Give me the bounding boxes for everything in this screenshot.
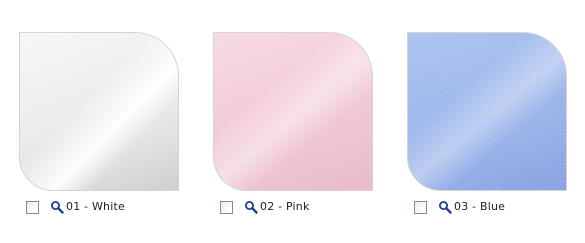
swatch-caption: 03 - Blue [414, 199, 505, 215]
magnifier-icon[interactable] [50, 200, 64, 214]
fabric-swatch-blue-image[interactable] [407, 32, 567, 191]
select-checkbox-blue[interactable] [414, 200, 427, 214]
magnifier-icon[interactable] [438, 200, 452, 214]
swatch-label-white: 01 - White [66, 200, 125, 213]
swatch-card-white: 01 - White [19, 32, 179, 224]
fabric-swatch-pink-image[interactable] [213, 32, 373, 191]
select-checkbox-pink[interactable] [220, 200, 233, 214]
swatch-label-blue: 03 - Blue [454, 200, 506, 213]
select-checkbox-white[interactable] [26, 200, 39, 214]
fabric-swatch-white-image[interactable] [19, 32, 179, 191]
magnifier-icon[interactable] [244, 200, 258, 214]
swatch-card-blue: 03 - Blue [407, 32, 567, 224]
swatch-caption: 01 - White [26, 199, 125, 215]
swatch-caption: 02 - Pink [220, 199, 310, 215]
swatch-card-pink: 02 - Pink [213, 32, 373, 224]
swatch-label-pink: 02 - Pink [260, 200, 310, 213]
